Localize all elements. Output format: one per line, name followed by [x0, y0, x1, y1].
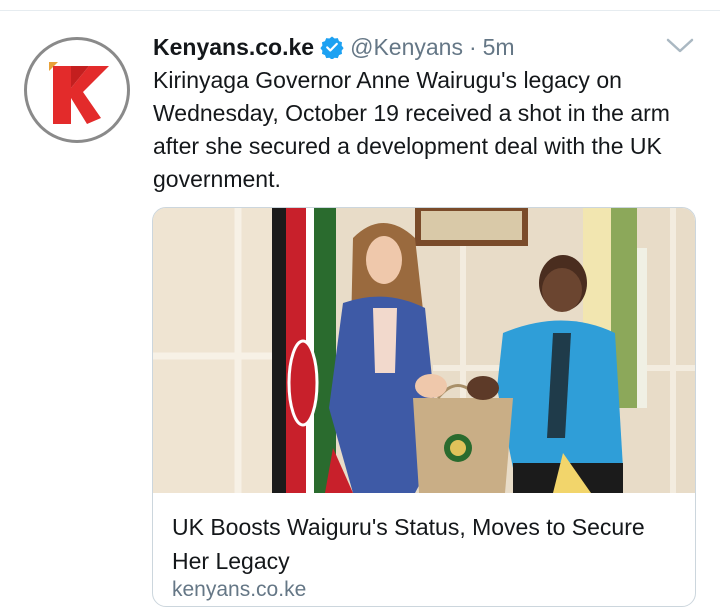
- separator-dot: ·: [468, 33, 477, 60]
- news-photo[interactable]: [153, 208, 695, 493]
- card-domain: kenyans.co.ke: [172, 578, 307, 601]
- link-card[interactable]: UK Boosts Waiguru's Status, Moves to Sec…: [152, 207, 696, 607]
- verified-badge-icon: [320, 36, 344, 59]
- card-title[interactable]: UK Boosts Waiguru's Status, Moves to Sec…: [172, 510, 682, 578]
- tweet-text: Kirinyaga Governor Anne Wairugu's legacy…: [153, 67, 670, 192]
- chevron-down-icon[interactable]: [666, 36, 694, 56]
- avatar[interactable]: [24, 37, 130, 143]
- handle[interactable]: @Kenyans: [350, 34, 463, 61]
- kenyans-logo-icon: [49, 62, 109, 124]
- display-name[interactable]: Kenyans.co.ke: [153, 34, 314, 61]
- timestamp[interactable]: 5m: [483, 34, 515, 61]
- top-divider: [0, 10, 720, 11]
- tweet-header: Kenyans.co.ke @Kenyans · 5m: [153, 30, 515, 64]
